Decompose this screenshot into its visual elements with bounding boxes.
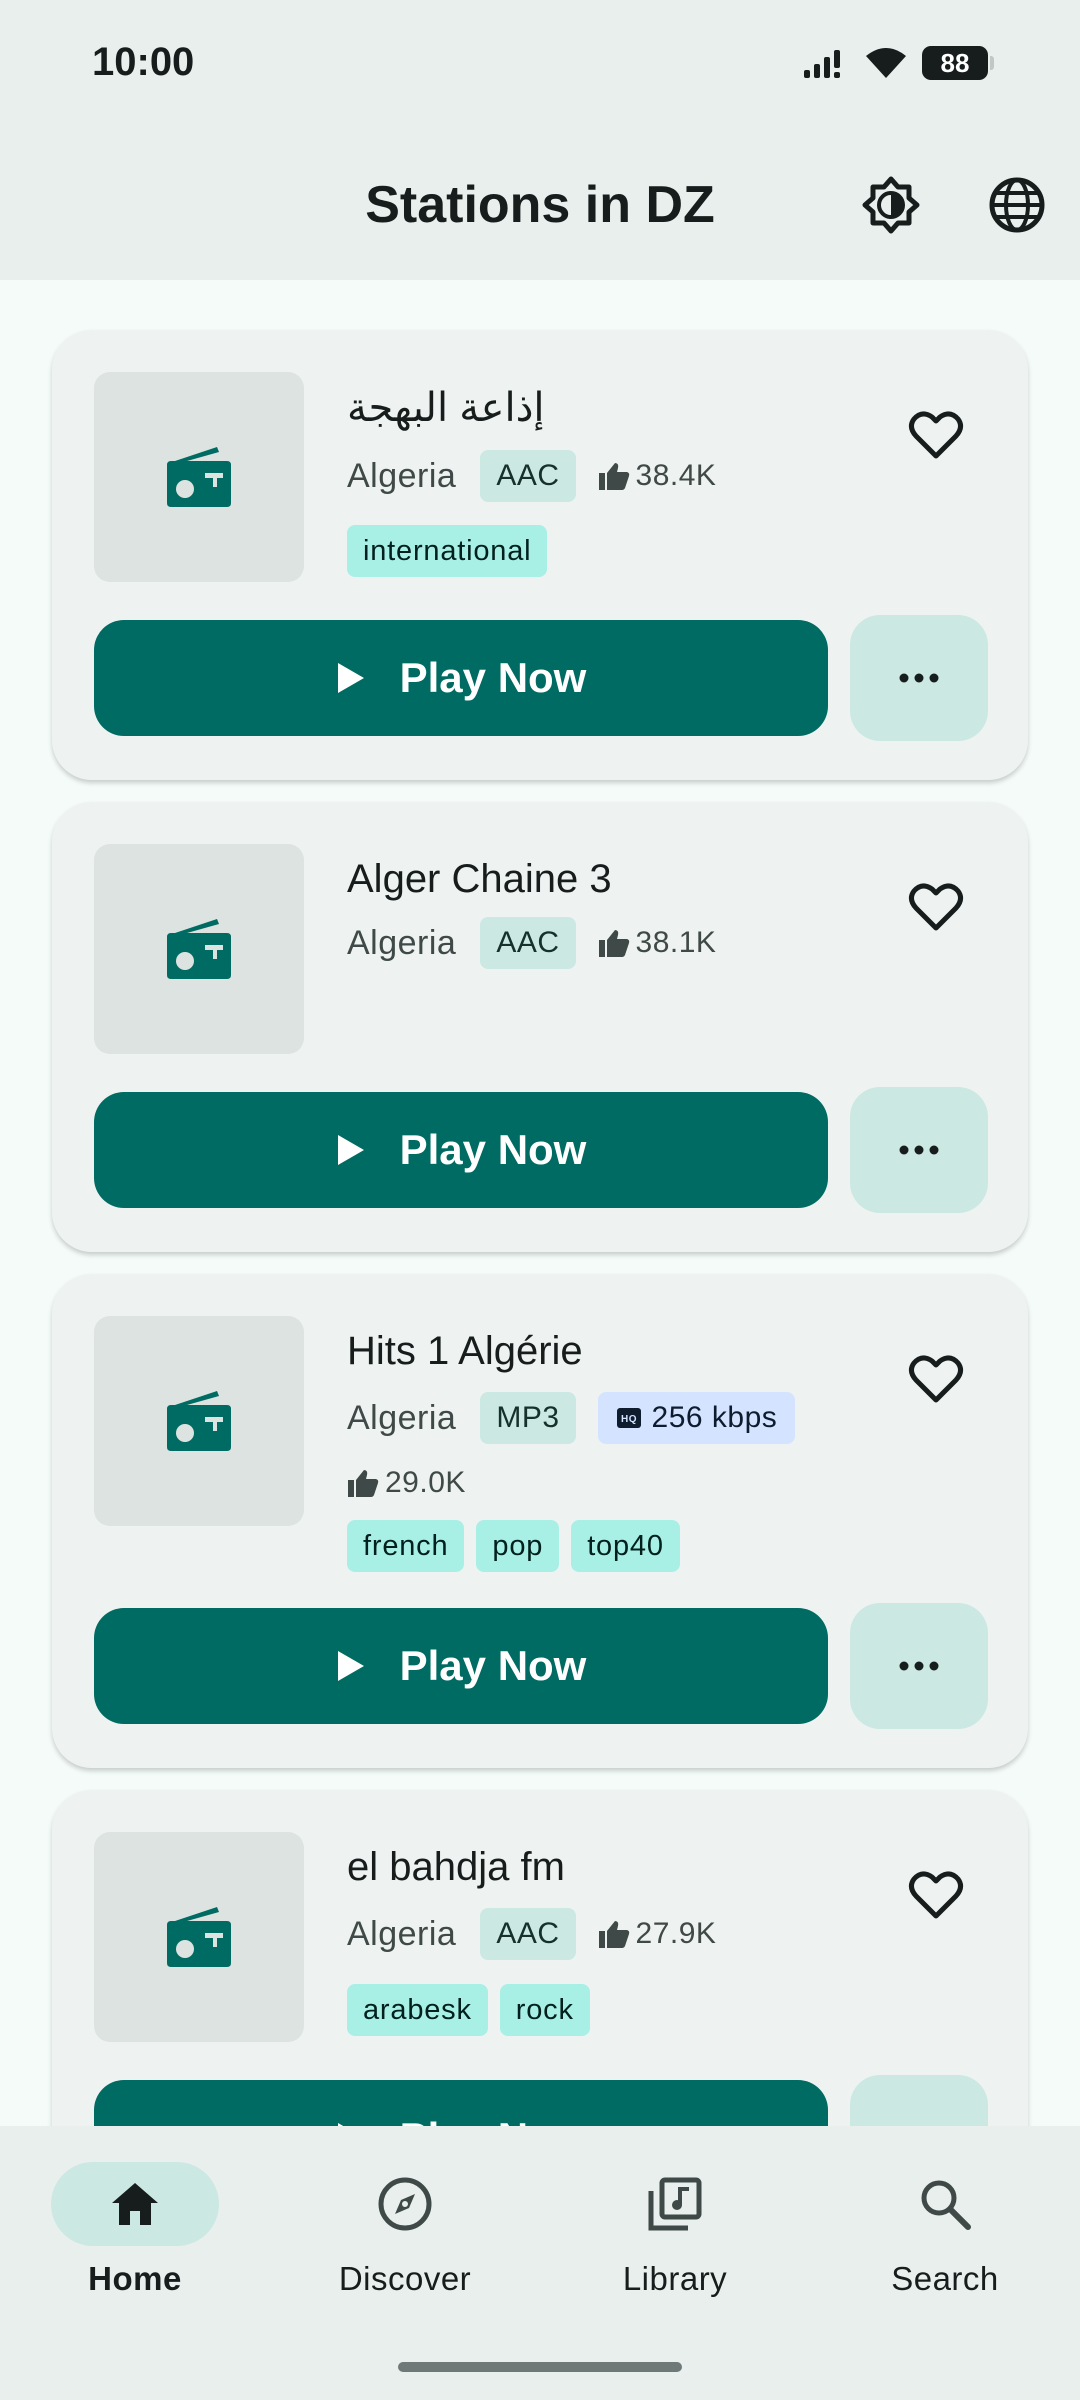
favorite-button[interactable]	[896, 1339, 976, 1419]
thumb-up-icon	[598, 463, 629, 490]
country-label: Algeria	[347, 1914, 457, 1953]
genre-tag[interactable]: arabesk	[347, 1984, 488, 2036]
thumb-up-icon	[598, 1921, 629, 1948]
tags-row: international	[347, 525, 548, 577]
nav-item-discover[interactable]: Discover	[270, 2162, 540, 2298]
theme-toggle-button[interactable]	[856, 170, 926, 240]
play-icon	[337, 1651, 364, 1681]
genre-tag[interactable]: top40	[571, 1520, 680, 1572]
more-options-button[interactable]	[850, 1603, 988, 1729]
nav-label: Search	[891, 2260, 999, 2297]
top-app-bar: Stations in DZ	[0, 130, 1080, 280]
status-icons: 88	[802, 46, 994, 80]
station-name: إذاعة البهجة	[347, 386, 545, 430]
station-meta-votes: 29.0K	[347, 1457, 466, 1509]
nav-active-indicator	[51, 2162, 219, 2246]
genre-tag[interactable]: french	[347, 1520, 465, 1572]
more-horizontal-icon	[899, 1145, 939, 1155]
nav-item-home[interactable]: Home	[0, 2162, 270, 2298]
heart-outline-icon	[908, 883, 964, 931]
hq-icon: HQ	[616, 1408, 641, 1428]
station-card[interactable]: Alger Chaine 3 Algeria AAC 38.1K Play No…	[52, 802, 1028, 1252]
genre-tag[interactable]: rock	[499, 1984, 590, 2036]
country-label: Algeria	[347, 1398, 457, 1437]
country-label: Algeria	[347, 456, 457, 495]
favorite-button[interactable]	[896, 1855, 976, 1935]
radio-icon	[167, 447, 231, 507]
country-label: Algeria	[347, 923, 457, 962]
heart-outline-icon	[908, 411, 964, 459]
home-icon	[112, 2183, 158, 2225]
radio-icon	[167, 1907, 231, 1967]
radio-icon	[167, 919, 231, 979]
tags-row: arabesk rock	[347, 1984, 590, 2036]
votes-count: 38.4K	[598, 459, 717, 493]
globe-icon	[989, 177, 1045, 233]
library-icon	[648, 2177, 702, 2231]
station-card[interactable]: إذاعة البهجة Algeria AAC 38.4K internati…	[52, 330, 1028, 780]
station-meta: Algeria AAC 27.9K	[347, 1908, 716, 1960]
station-name: Hits 1 Algérie	[347, 1329, 583, 1373]
compass-icon	[378, 2177, 432, 2231]
heart-outline-icon	[908, 1871, 964, 1919]
battery-indicator: 88	[922, 46, 994, 80]
station-meta: Algeria MP3 HQ 256 kbps	[347, 1392, 796, 1444]
station-list[interactable]: إذاعة البهجة Algeria AAC 38.4K internati…	[0, 280, 1080, 2126]
language-button[interactable]	[982, 170, 1052, 240]
search-icon	[921, 2180, 971, 2230]
codec-chip: AAC	[480, 1908, 576, 1960]
more-options-button[interactable]	[850, 615, 988, 741]
wifi-icon	[866, 48, 906, 78]
genre-tag[interactable]: pop	[476, 1520, 560, 1572]
nav-label: Discover	[338, 2260, 472, 2297]
genre-tag[interactable]: international	[347, 525, 548, 577]
play-now-button[interactable]: Play Now	[94, 620, 828, 736]
station-artwork	[94, 1316, 304, 1526]
more-options-button[interactable]	[850, 1087, 988, 1213]
play-now-button[interactable]: Play Now	[94, 2080, 828, 2126]
station-meta: Algeria AAC 38.1K	[347, 917, 716, 969]
brightness-icon	[862, 176, 920, 234]
status-time: 10:00	[92, 40, 195, 84]
station-name: Alger Chaine 3	[347, 857, 612, 901]
more-horizontal-icon	[899, 1661, 939, 1671]
play-icon	[337, 663, 364, 693]
play-icon	[337, 1135, 364, 1165]
thumb-up-icon	[348, 1470, 379, 1497]
nav-item-search[interactable]: Search	[810, 2162, 1080, 2298]
favorite-button[interactable]	[896, 395, 976, 475]
play-now-button[interactable]: Play Now	[94, 1608, 828, 1724]
heart-outline-icon	[908, 1355, 964, 1403]
nav-label: Home	[88, 2260, 182, 2297]
station-name: el bahdja fm	[347, 1845, 565, 1889]
gesture-home-indicator	[398, 2362, 682, 2372]
more-horizontal-icon	[899, 673, 939, 683]
station-artwork	[94, 1832, 304, 2042]
votes-count: 29.0K	[347, 1466, 466, 1500]
station-artwork	[94, 372, 304, 582]
station-meta: Algeria AAC 38.4K	[347, 450, 716, 502]
codec-chip: AAC	[480, 917, 576, 969]
votes-count: 38.1K	[598, 926, 717, 960]
codec-chip: MP3	[480, 1392, 576, 1444]
favorite-button[interactable]	[896, 867, 976, 947]
station-artwork	[94, 844, 304, 1054]
bitrate-chip: HQ 256 kbps	[597, 1392, 796, 1444]
station-card[interactable]: el bahdja fm Algeria AAC 27.9K arabesk r…	[52, 1790, 1028, 2126]
svg-text:HQ: HQ	[621, 1414, 637, 1425]
tags-row: french pop top40	[347, 1520, 680, 1572]
station-card[interactable]: Hits 1 Algérie Algeria MP3 HQ 256 kbps 2…	[52, 1274, 1028, 1768]
nav-item-library[interactable]: Library	[540, 2162, 810, 2298]
votes-count: 27.9K	[598, 1917, 717, 1951]
nav-label: Library	[622, 2260, 728, 2297]
signal-icon	[804, 50, 840, 78]
radio-icon	[167, 1391, 231, 1451]
status-bar: 10:00 88	[0, 0, 1080, 130]
bottom-navigation: Home Discover Library Search	[0, 2126, 1080, 2400]
thumb-up-icon	[598, 930, 629, 957]
play-now-button[interactable]: Play Now	[94, 1092, 828, 1208]
more-options-button[interactable]	[850, 2075, 988, 2126]
codec-chip: AAC	[480, 450, 576, 502]
